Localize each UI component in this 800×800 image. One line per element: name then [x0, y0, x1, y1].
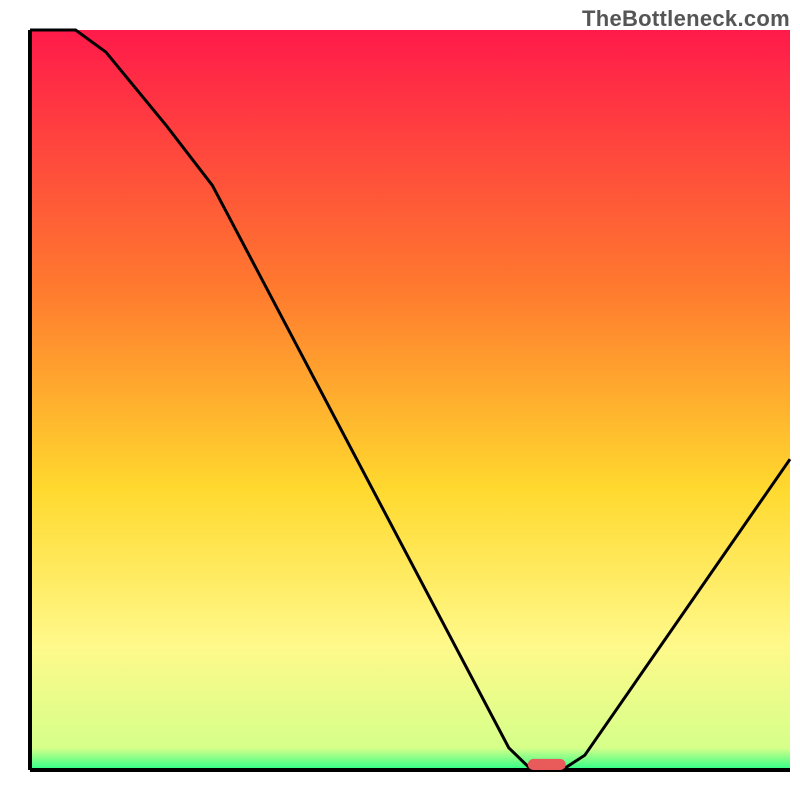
optimal-marker	[528, 759, 566, 770]
plot-background	[30, 30, 790, 770]
chart-container: TheBottleneck.com	[0, 0, 800, 800]
bottleneck-chart	[0, 0, 800, 800]
watermark-text: TheBottleneck.com	[582, 6, 790, 32]
